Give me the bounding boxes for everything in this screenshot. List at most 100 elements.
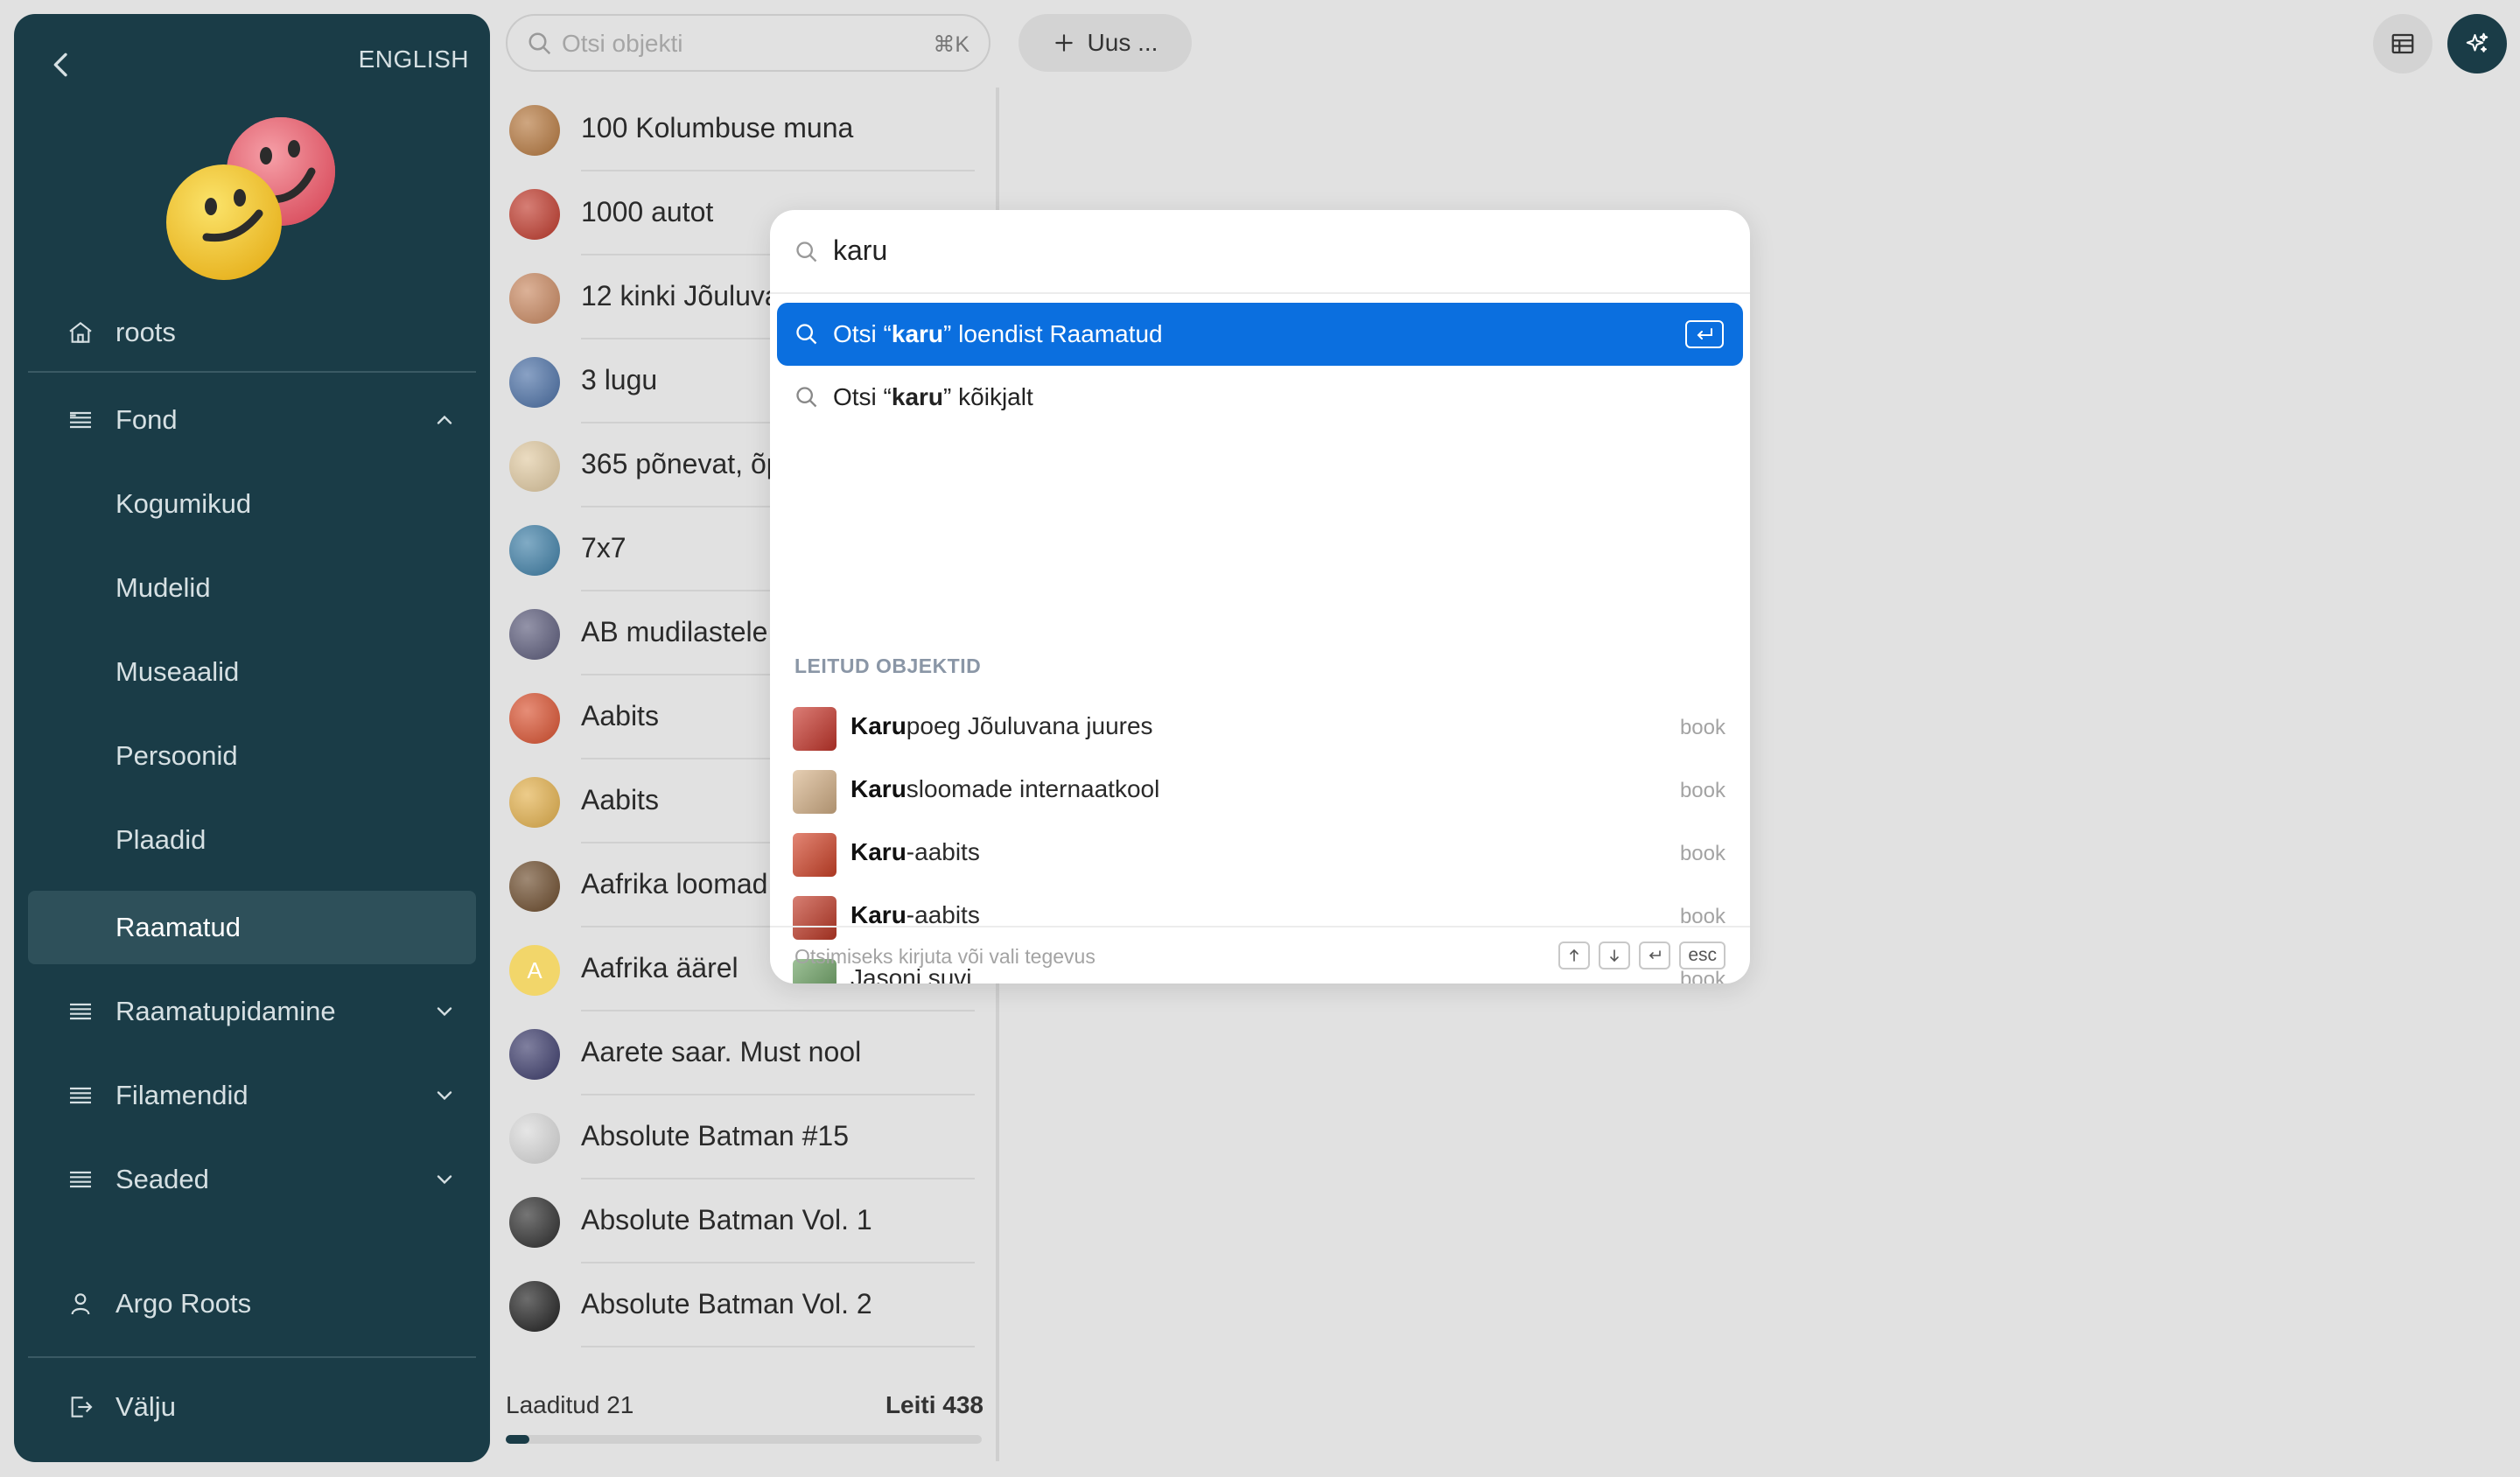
book-thumbnail: A bbox=[509, 945, 560, 996]
search-icon bbox=[796, 242, 817, 262]
result-item[interactable]: Karu-aabits book bbox=[770, 817, 1750, 880]
divider bbox=[28, 1356, 476, 1358]
sidebar-item-filamendid[interactable]: Filamendid bbox=[28, 1059, 476, 1132]
book-thumbnail bbox=[509, 525, 560, 576]
option-query: karu bbox=[891, 383, 944, 410]
found-objects-heading: LEITUD OBJEKTID bbox=[794, 654, 982, 677]
list-icon bbox=[70, 1087, 91, 1104]
sidebar: ENGLISH roots Fond Kogumikud Mudelid Mus… bbox=[14, 14, 490, 1462]
option-prefix: Otsi “ bbox=[833, 320, 892, 347]
chevron-down-icon bbox=[437, 1175, 452, 1185]
result-item[interactable]: Karupoeg Jõuluvana juures book bbox=[770, 691, 1750, 754]
sidebar-item-fond[interactable]: Fond bbox=[28, 383, 476, 457]
list-icon bbox=[70, 1003, 91, 1020]
new-button[interactable]: Uus ... bbox=[1018, 14, 1192, 72]
result-item[interactable]: Karusloomade internaatkool book bbox=[770, 754, 1750, 817]
esc-key: esc bbox=[1679, 942, 1726, 970]
sidebar-item-label: Plaadid bbox=[116, 824, 206, 855]
search-input[interactable]: Otsi objekti ⌘K bbox=[506, 14, 990, 72]
sidebar-item-label: roots bbox=[116, 317, 176, 347]
user-icon bbox=[71, 1293, 90, 1315]
enter-key bbox=[1639, 942, 1671, 970]
result-rest: -aabits bbox=[906, 901, 980, 928]
list-item-title: Aafrika loomad bbox=[581, 868, 768, 900]
ai-assistant-button[interactable] bbox=[2447, 14, 2507, 74]
sidebar-item-label: Persoonid bbox=[116, 740, 238, 771]
loaded-count: Laaditud 21 bbox=[506, 1391, 634, 1418]
sidebar-item-museaalid[interactable]: Museaalid bbox=[28, 635, 476, 709]
search-icon bbox=[796, 387, 817, 408]
row-divider bbox=[581, 1346, 975, 1348]
list-item[interactable]: Absolute Batman #15 bbox=[506, 1096, 978, 1180]
sidebar-item-logout[interactable]: Välju bbox=[28, 1370, 476, 1444]
search-in-list-option[interactable]: Otsi “karu” loendist Raamatud bbox=[777, 303, 1743, 366]
result-title: Karusloomade internaatkool bbox=[850, 775, 1159, 803]
sidebar-item-kogumikud[interactable]: Kogumikud bbox=[28, 467, 476, 541]
back-chevron-icon[interactable] bbox=[44, 47, 79, 82]
search-placeholder: Otsi objekti bbox=[562, 30, 683, 57]
list-item-title: Aabits bbox=[581, 784, 659, 816]
logout-icon bbox=[71, 1396, 93, 1418]
sidebar-item-mudelid[interactable]: Mudelid bbox=[28, 551, 476, 625]
list-item-title: 100 Kolumbuse muna bbox=[581, 112, 854, 144]
result-match: Karu bbox=[850, 775, 906, 802]
list-item[interactable]: Absolute Batman Vol. 1 bbox=[506, 1180, 978, 1264]
sidebar-item-label: Argo Roots bbox=[116, 1288, 252, 1319]
palette-query: karu bbox=[833, 234, 888, 266]
table-view-button[interactable] bbox=[2373, 14, 2432, 74]
result-rest: poeg Jõuluvana juures bbox=[906, 712, 1153, 739]
option-query: karu bbox=[891, 320, 944, 347]
list-item-title: 1000 autot bbox=[581, 196, 714, 228]
sidebar-item-seaded[interactable]: Seaded bbox=[28, 1143, 476, 1216]
list-item-title: Aarete saar. Must nool bbox=[581, 1036, 862, 1068]
sidebar-item-label: Filamendid bbox=[116, 1080, 248, 1110]
sidebar-item-profile[interactable]: roots bbox=[28, 296, 476, 369]
language-toggle[interactable]: ENGLISH bbox=[359, 46, 469, 74]
keyboard-hints: esc bbox=[1558, 942, 1726, 970]
list-item-title: Absolute Batman #15 bbox=[581, 1120, 849, 1152]
book-thumbnail bbox=[509, 1113, 560, 1164]
palette-search-input[interactable]: karu bbox=[770, 210, 1750, 294]
result-type: book bbox=[1679, 842, 1726, 865]
sidebar-item-user[interactable]: Argo Roots bbox=[28, 1267, 476, 1340]
option-label: Otsi “karu” kõikjalt bbox=[833, 383, 1033, 411]
sparkles-icon bbox=[2466, 32, 2488, 52]
sidebar-item-raamatud[interactable]: Raamatud bbox=[28, 891, 476, 964]
footer-hint: Otsimiseks kirjuta või vali tegevus bbox=[794, 945, 1096, 968]
plus-icon bbox=[1054, 34, 1073, 52]
option-label: Otsi “karu” loendist Raamatud bbox=[833, 320, 1163, 348]
sidebar-item-label: Mudelid bbox=[116, 572, 211, 603]
option-prefix: Otsi “ bbox=[833, 383, 892, 410]
list-item[interactable]: Absolute Batman Vol. 2 bbox=[506, 1264, 978, 1348]
book-thumbnail bbox=[509, 105, 560, 156]
palette-footer: Otsimiseks kirjuta või vali tegevus esc bbox=[770, 926, 1750, 984]
book-thumbnail bbox=[509, 777, 560, 828]
load-progress-fill bbox=[506, 1435, 530, 1444]
result-title: Karupoeg Jõuluvana juures bbox=[850, 712, 1153, 740]
arrow-down-icon bbox=[1610, 949, 1620, 962]
result-rest: sloomade internaatkool bbox=[906, 775, 1160, 802]
divider bbox=[28, 371, 476, 373]
sidebar-item-raamatupidamine[interactable]: Raamatupidamine bbox=[28, 975, 476, 1048]
book-thumbnail bbox=[509, 273, 560, 324]
sidebar-item-plaadid[interactable]: Plaadid bbox=[28, 803, 476, 877]
list-item[interactable]: 100 Kolumbuse muna bbox=[506, 88, 978, 172]
list-item-title: Absolute Batman Vol. 1 bbox=[581, 1204, 872, 1236]
list-icon bbox=[70, 411, 91, 429]
sidebar-item-persoonid[interactable]: Persoonid bbox=[28, 719, 476, 793]
list-item[interactable]: Aarete saar. Must nool bbox=[506, 1012, 978, 1096]
logo-smileys-icon bbox=[166, 117, 335, 280]
book-thumbnail bbox=[509, 189, 560, 240]
arrow-up-key bbox=[1558, 942, 1591, 970]
book-thumbnail bbox=[509, 1281, 560, 1332]
list-item-title: Aabits bbox=[581, 700, 659, 732]
search-everywhere-option[interactable]: Otsi “karu” kõikjalt bbox=[777, 366, 1743, 429]
sidebar-item-label: Seaded bbox=[116, 1164, 209, 1194]
arrow-down-key bbox=[1599, 942, 1631, 970]
list-item-title: Absolute Batman Vol. 2 bbox=[581, 1288, 872, 1320]
book-thumbnail bbox=[509, 441, 560, 492]
result-type: book bbox=[1679, 779, 1726, 802]
list-item-title: AB mudilastele bbox=[581, 616, 768, 648]
book-thumbnail bbox=[509, 861, 560, 912]
load-progress-bar bbox=[506, 1435, 982, 1444]
